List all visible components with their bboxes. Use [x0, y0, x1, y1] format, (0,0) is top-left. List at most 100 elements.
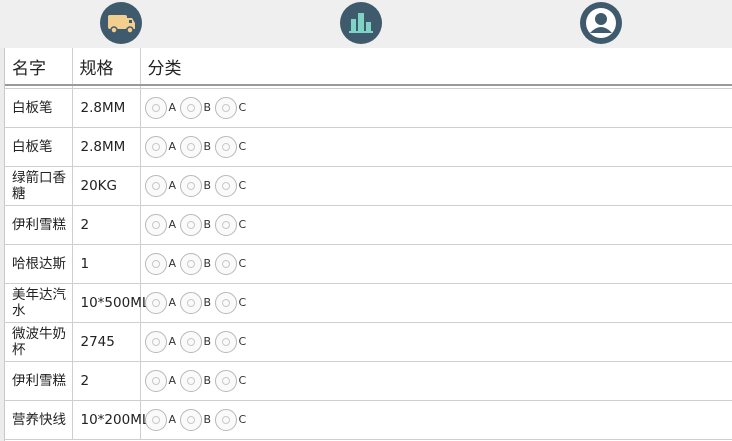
- truck-icon[interactable]: [100, 2, 142, 44]
- category-radio-label: B: [203, 101, 212, 114]
- category-radio-b[interactable]: [179, 175, 202, 197]
- category-radio-b[interactable]: [179, 370, 202, 392]
- table-row: 伊利雪糕 2 A B C: [5, 361, 732, 401]
- category-radio-c[interactable]: [214, 136, 237, 158]
- category-radio-c[interactable]: [214, 409, 237, 431]
- item-name: 白板笔: [5, 88, 73, 128]
- category-radio-a[interactable]: [144, 409, 167, 431]
- category-radio-group: A B C: [144, 292, 732, 314]
- category-radio-label: A: [168, 413, 177, 426]
- chart-icon[interactable]: [340, 2, 382, 44]
- product-table-container: 名字 规格 分类 白板笔 2.8MM A B C 白板笔 2.8MM A B C 绿箭口香糖 20KG…: [4, 48, 732, 441]
- table-row: 白板笔 2.8MM A B C: [5, 88, 732, 128]
- category-radio-c[interactable]: [214, 214, 237, 236]
- category-radio-label: B: [203, 374, 212, 387]
- item-category-cell: A B C: [140, 205, 732, 245]
- category-radio-b[interactable]: [179, 409, 202, 431]
- category-radio-label: B: [203, 296, 212, 309]
- item-name: 绿箭口香糖: [5, 166, 73, 206]
- category-radio-label: C: [238, 140, 247, 153]
- item-spec: 10*200ML: [72, 400, 149, 440]
- item-spec: 2: [72, 205, 141, 245]
- category-radio-label: A: [168, 140, 177, 153]
- item-category-cell: A B C: [140, 244, 732, 284]
- header-category: 分类: [140, 48, 732, 86]
- category-radio-c[interactable]: [214, 370, 237, 392]
- item-category-cell: A B C: [140, 361, 732, 401]
- category-radio-group: A B C: [144, 214, 732, 236]
- item-spec: 10*500ML: [72, 283, 149, 323]
- category-radio-b[interactable]: [179, 292, 202, 314]
- item-spec: 2745: [72, 322, 141, 362]
- category-radio-c[interactable]: [214, 97, 237, 119]
- category-radio-c[interactable]: [214, 253, 237, 275]
- category-radio-label: B: [203, 257, 212, 270]
- item-name: 哈根达斯: [5, 244, 73, 284]
- category-radio-b[interactable]: [179, 331, 202, 353]
- item-category-cell: A B C: [140, 127, 732, 167]
- category-radio-a[interactable]: [144, 175, 167, 197]
- item-category-cell: A B C: [140, 88, 732, 128]
- item-name: 伊利雪糕: [5, 361, 73, 401]
- category-radio-label: A: [168, 179, 177, 192]
- item-name: 美年达汽水: [5, 283, 73, 323]
- item-category-cell: A B C: [140, 322, 732, 362]
- category-radio-b[interactable]: [179, 253, 202, 275]
- header-name: 名字: [5, 48, 73, 86]
- category-radio-label: A: [168, 374, 177, 387]
- category-radio-label: B: [203, 179, 212, 192]
- user-icon[interactable]: [580, 2, 622, 44]
- table-row: 伊利雪糕 2 A B C: [5, 205, 732, 245]
- category-radio-a[interactable]: [144, 97, 167, 119]
- category-radio-label: B: [203, 335, 212, 348]
- table-row: 营养快线 10*200ML A B C: [5, 400, 732, 440]
- category-radio-label: C: [238, 335, 247, 348]
- category-radio-label: B: [203, 218, 212, 231]
- item-spec: 20KG: [72, 166, 141, 206]
- category-radio-group: A B C: [144, 253, 732, 275]
- category-radio-b[interactable]: [179, 97, 202, 119]
- category-radio-a[interactable]: [144, 253, 167, 275]
- category-radio-b[interactable]: [179, 214, 202, 236]
- category-radio-label: C: [238, 101, 247, 114]
- category-radio-label: C: [238, 296, 247, 309]
- category-radio-c[interactable]: [214, 292, 237, 314]
- item-spec: 2.8MM: [72, 127, 141, 167]
- category-radio-label: A: [168, 257, 177, 270]
- category-radio-group: A B C: [144, 175, 732, 197]
- item-category-cell: A B C: [140, 166, 732, 206]
- category-radio-group: A B C: [144, 136, 732, 158]
- category-radio-c[interactable]: [214, 175, 237, 197]
- category-radio-a[interactable]: [144, 292, 167, 314]
- category-radio-a[interactable]: [144, 214, 167, 236]
- table-row: 微波牛奶杯 2745 A B C: [5, 322, 732, 362]
- item-spec: 1: [72, 244, 141, 284]
- category-radio-label: B: [203, 413, 212, 426]
- category-radio-group: A B C: [144, 370, 732, 392]
- category-radio-b[interactable]: [179, 136, 202, 158]
- table-row: 白板笔 2.8MM A B C: [5, 127, 732, 167]
- category-radio-label: C: [238, 374, 247, 387]
- item-name: 白板笔: [5, 127, 73, 167]
- category-radio-label: C: [238, 218, 247, 231]
- item-name: 营养快线: [5, 400, 73, 440]
- item-spec: 2: [72, 361, 141, 401]
- header-spec: 规格: [72, 48, 141, 86]
- category-radio-label: B: [203, 140, 212, 153]
- category-radio-c[interactable]: [214, 331, 237, 353]
- category-radio-a[interactable]: [144, 136, 167, 158]
- item-category-cell: A B C: [140, 400, 732, 440]
- category-radio-label: C: [238, 413, 247, 426]
- category-radio-a[interactable]: [144, 331, 167, 353]
- table-row: 绿箭口香糖 20KG A B C: [5, 166, 732, 206]
- category-radio-label: C: [238, 257, 247, 270]
- table-row: 哈根达斯 1 A B C: [5, 244, 732, 284]
- table-row: 美年达汽水 10*500ML A B C: [5, 283, 732, 323]
- category-radio-label: C: [238, 179, 247, 192]
- category-radio-a[interactable]: [144, 370, 167, 392]
- item-name: 伊利雪糕: [5, 205, 73, 245]
- item-name: 微波牛奶杯: [5, 322, 73, 362]
- table-header-row: 名字 规格 分类: [5, 48, 732, 86]
- category-radio-group: A B C: [144, 409, 732, 431]
- item-category-cell: A B C: [140, 283, 732, 323]
